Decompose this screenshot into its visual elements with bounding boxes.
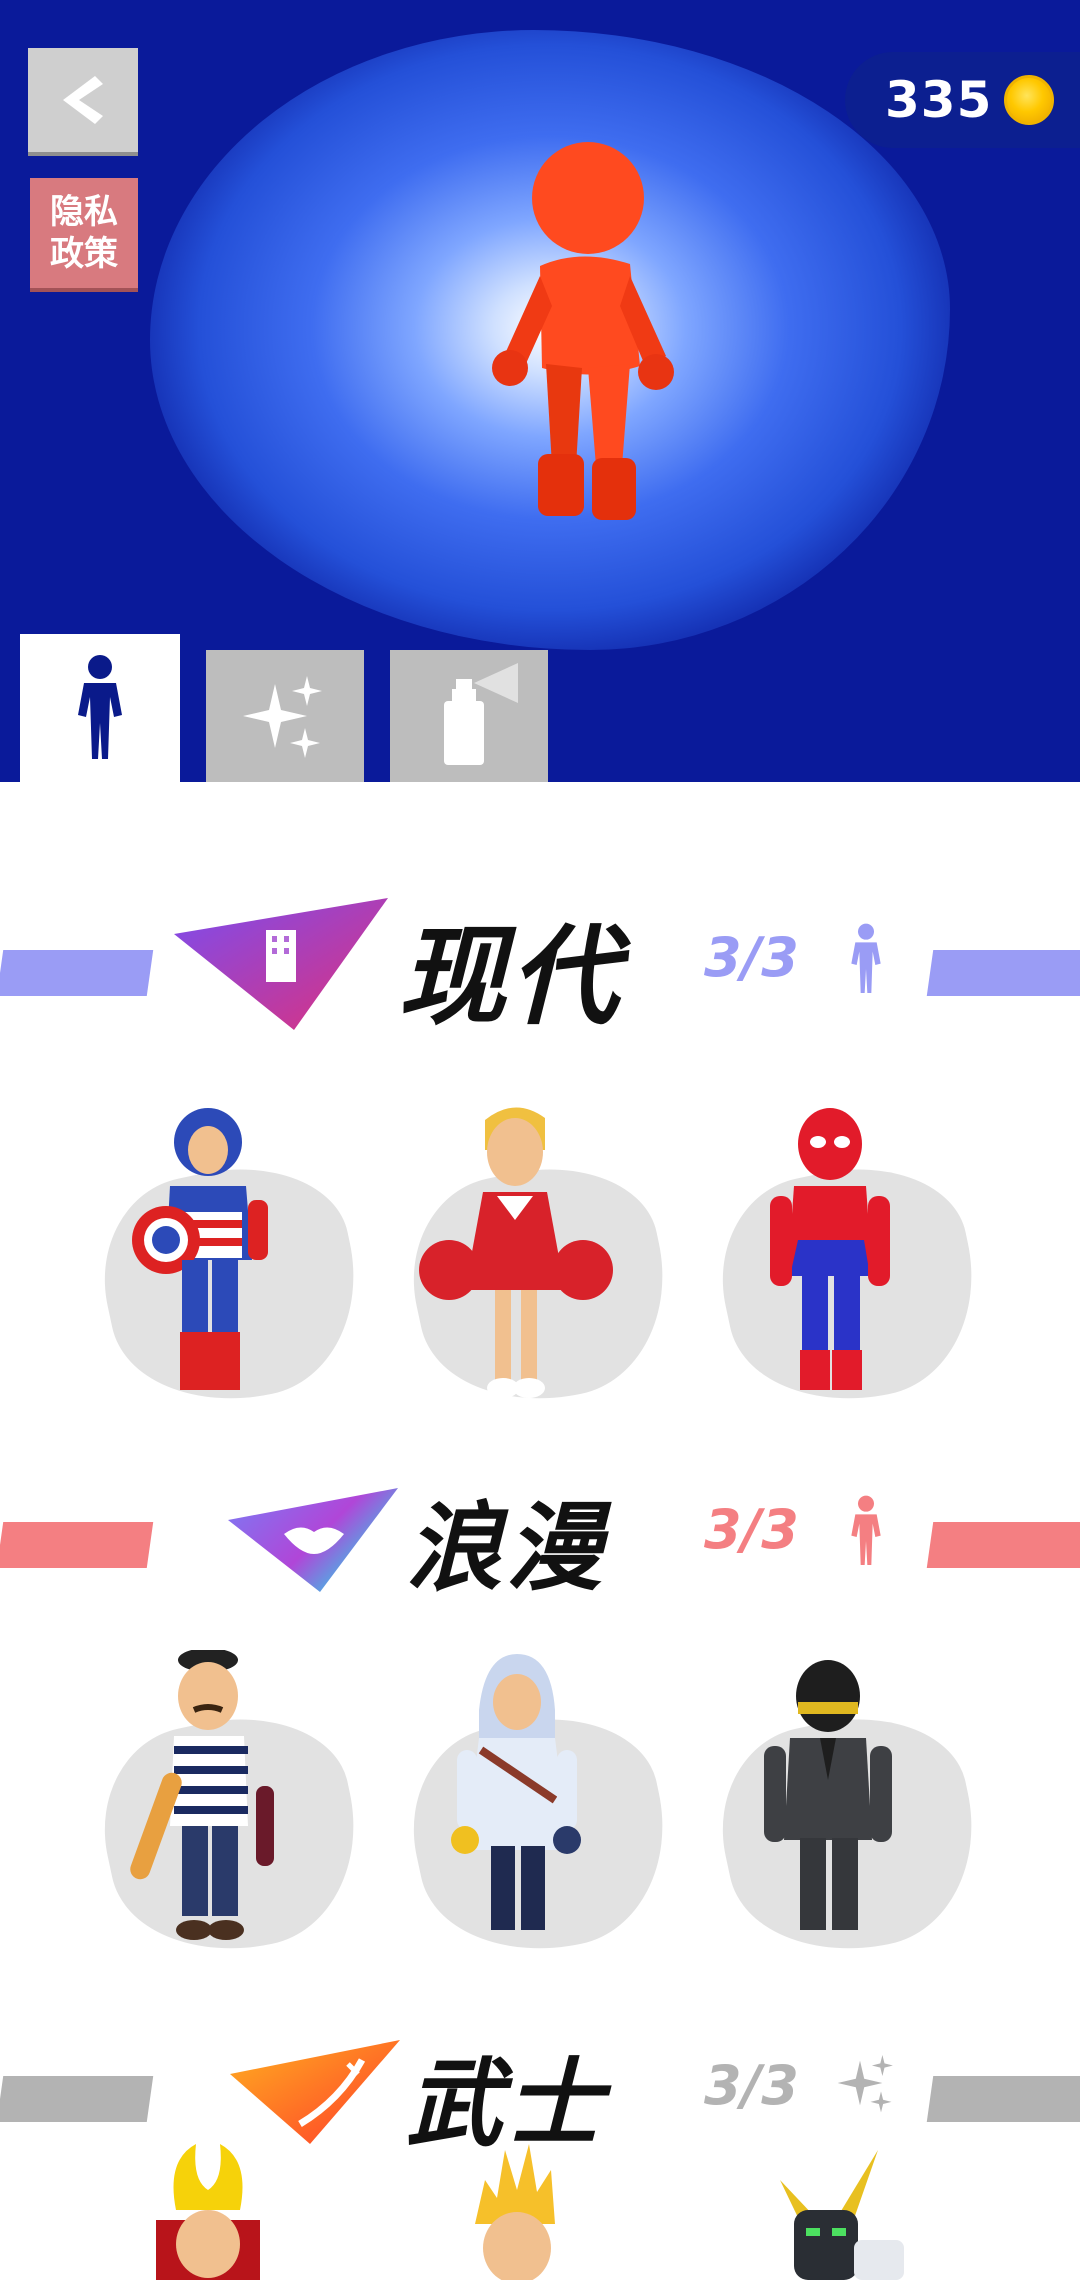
section-bar-right	[926, 2076, 1080, 2122]
super-saiyan-character[interactable]	[405, 2140, 675, 2280]
section-modern-header: 现代 3/3	[0, 890, 1080, 1040]
spider-man-character[interactable]	[702, 1100, 996, 1424]
lips-icon	[228, 1488, 398, 1592]
privacy-policy-label: 隐私 政策	[50, 192, 118, 274]
french-mime-character[interactable]	[84, 1650, 378, 1974]
person-icon	[78, 655, 122, 759]
building-icon	[174, 898, 388, 1030]
section-bar-right	[926, 950, 1080, 996]
captain-america-character[interactable]	[84, 1100, 378, 1424]
privacy-policy-button[interactable]: 隐私 政策	[30, 178, 138, 288]
person-icon	[851, 1495, 881, 1565]
coin-count: 335	[885, 71, 993, 129]
section-romance-header: 浪漫 3/3	[0, 1474, 1080, 1614]
coin-icon	[1004, 75, 1055, 125]
section-bar-left	[0, 2076, 154, 2122]
sparkles-icon	[837, 2055, 893, 2113]
mecha-character[interactable]	[714, 2140, 984, 2280]
tab-effects[interactable]	[206, 650, 364, 782]
tab-characters[interactable]	[20, 634, 180, 782]
spray-can-icon	[444, 663, 518, 765]
person-icon	[851, 923, 881, 993]
section-bar-left	[0, 950, 154, 996]
character-preview-area: 隐私 政策 335	[0, 0, 1080, 782]
assassin-character[interactable]	[393, 1650, 687, 1974]
katana-icon	[230, 2040, 400, 2144]
samurai-character[interactable]	[96, 2140, 366, 2280]
hero-character	[492, 142, 674, 520]
section-count: 3/3	[704, 2054, 799, 2117]
section-bar-left	[0, 1522, 154, 1568]
coin-counter: 335	[845, 52, 1080, 148]
section-bar-right	[926, 1522, 1080, 1568]
cheerleader-character[interactable]	[393, 1100, 687, 1424]
chevron-left-icon	[63, 76, 103, 124]
tab-spray[interactable]	[390, 650, 548, 782]
back-button[interactable]	[28, 48, 138, 152]
sparkles-icon	[243, 676, 322, 758]
section-count: 3/3	[704, 926, 799, 989]
section-title: 现代	[398, 915, 623, 1040]
daft-punk-character[interactable]	[702, 1650, 996, 1974]
section-count: 3/3	[704, 1498, 799, 1561]
section-title: 浪漫	[406, 1492, 606, 1604]
